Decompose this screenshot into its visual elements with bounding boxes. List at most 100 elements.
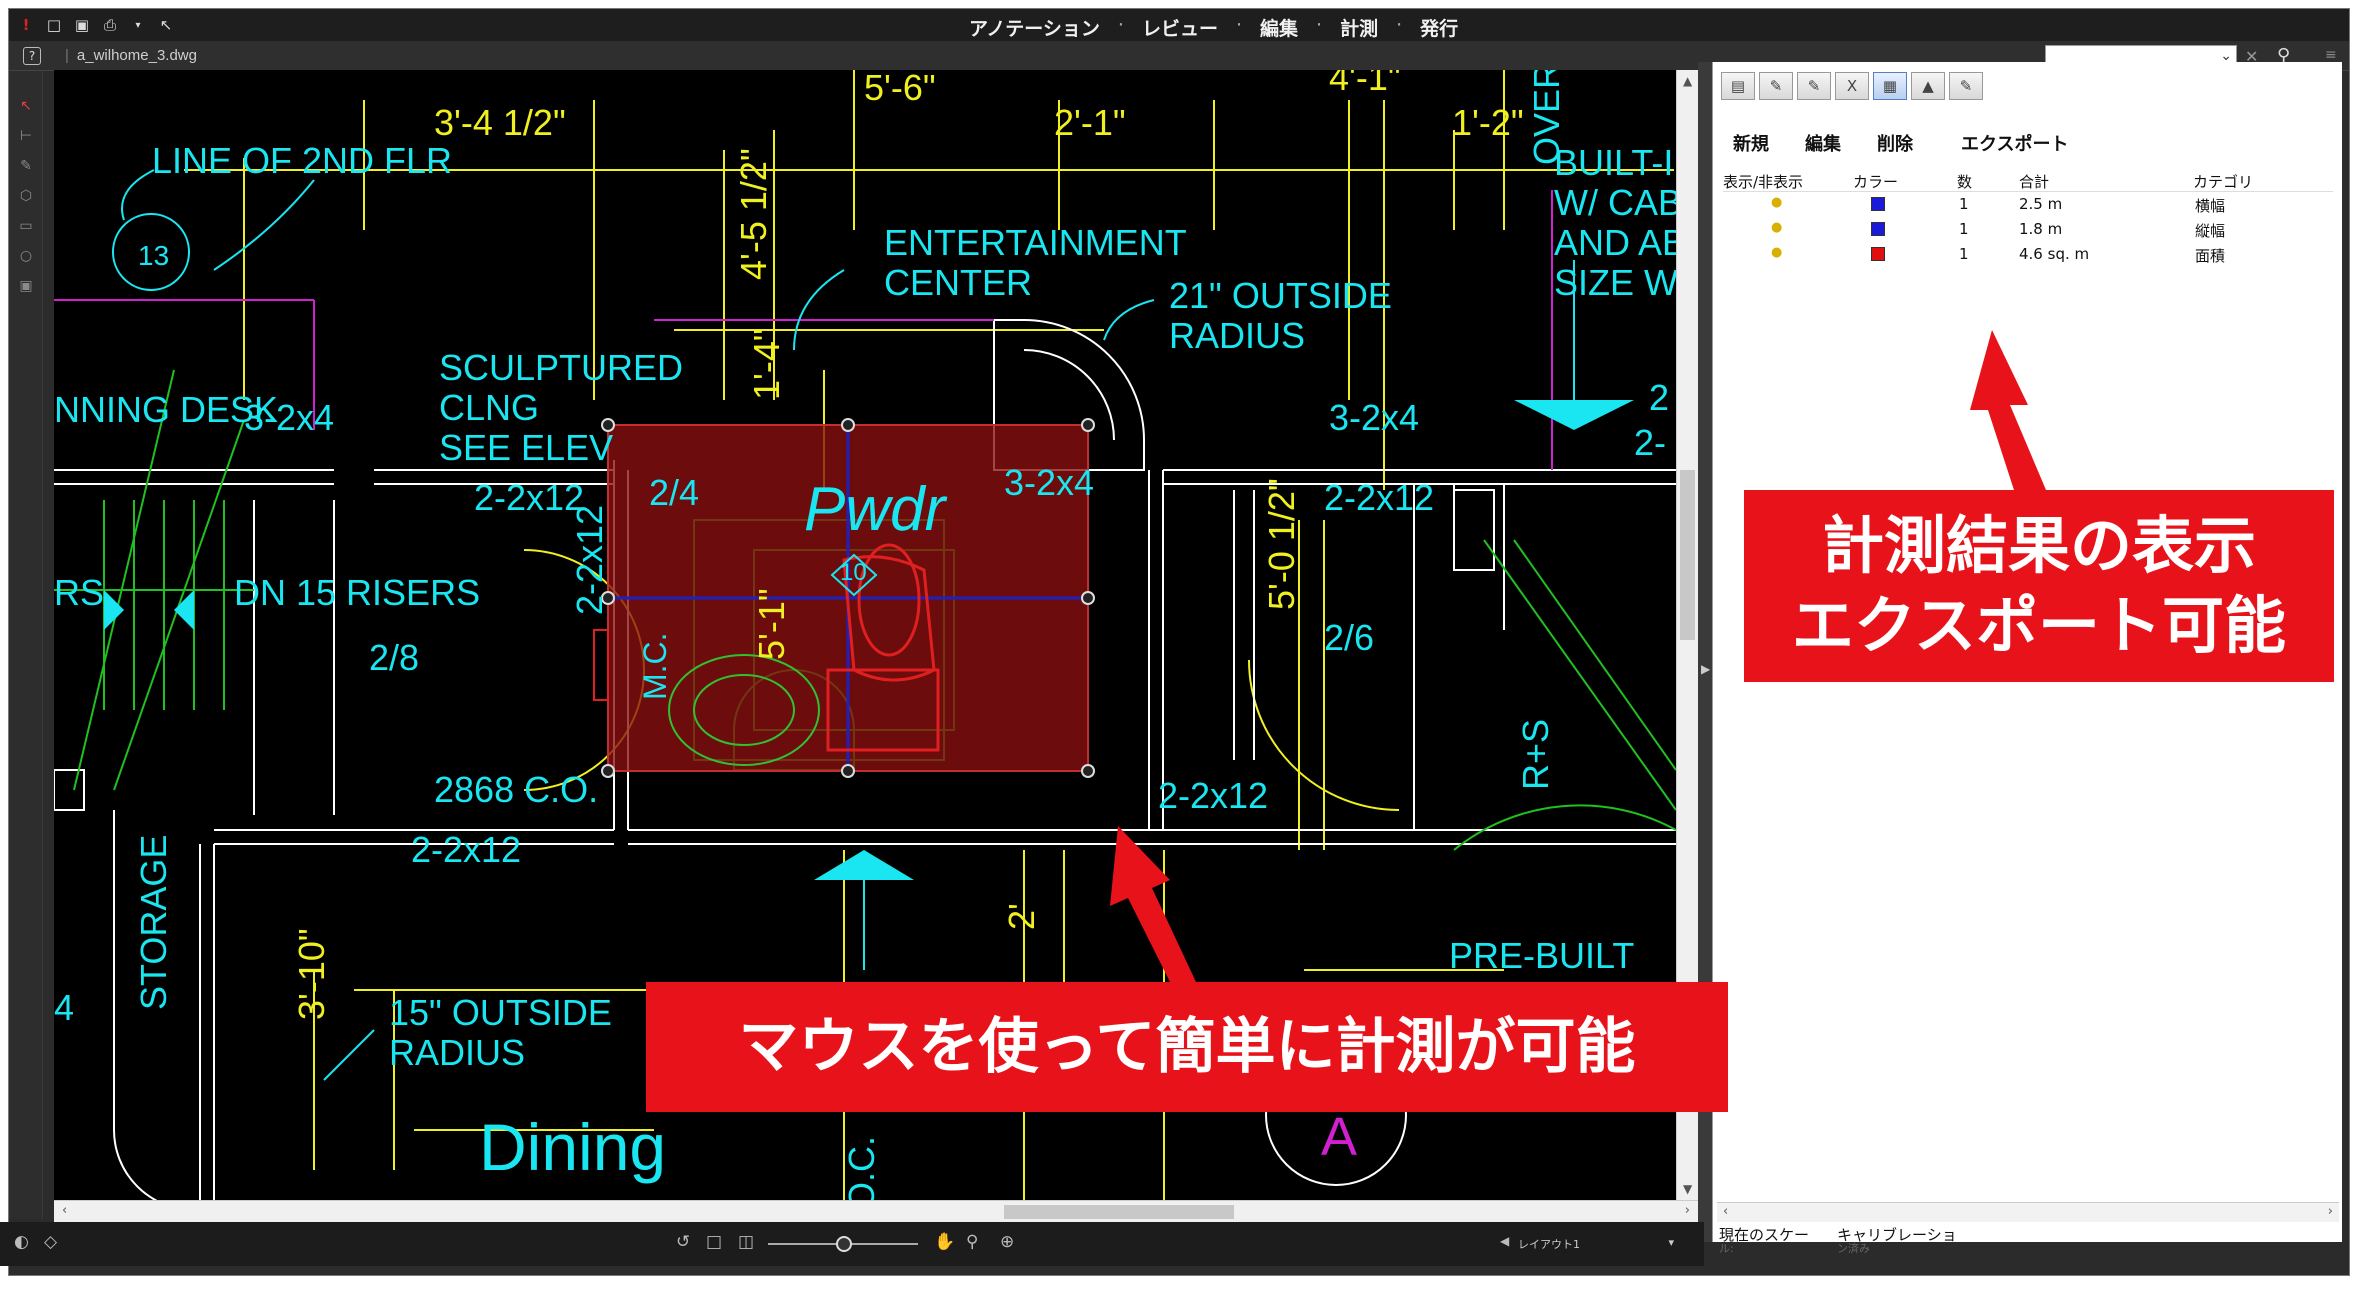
zoom-slider-knob[interactable] — [836, 1236, 852, 1252]
app-alert-icon[interactable]: ! — [17, 16, 35, 34]
page-icon[interactable]: □ — [706, 1232, 722, 1252]
chevron-down-icon[interactable]: ▾ — [1668, 1236, 1674, 1249]
column-color[interactable]: カラー — [1853, 171, 1898, 192]
lightbulb-icon[interactable]: ● — [1771, 245, 1782, 260]
label-lumber: 2-2x12 — [1158, 775, 1268, 816]
table-row[interactable]: ● 1 4.6 sq. m 面積 — [1723, 242, 2333, 267]
color-swatch[interactable] — [1871, 222, 1885, 236]
color-swatch[interactable] — [1871, 197, 1885, 211]
lightbulb-icon[interactable]: ● — [1771, 220, 1782, 235]
zoom-window-icon[interactable]: ⚲ — [966, 1232, 978, 1252]
properties-icon[interactable]: ▤ — [1721, 72, 1755, 100]
label-door: 2/8 — [369, 637, 419, 678]
label-door: 2/6 — [1324, 617, 1374, 658]
edit-button[interactable]: 編集 — [1805, 130, 1841, 156]
scroll-up-icon[interactable]: ▲ — [1683, 74, 1692, 88]
pen-icon[interactable]: ✎ — [17, 157, 35, 175]
row-category: 面積 — [2195, 247, 2226, 265]
pan-hand-icon[interactable]: ✋ — [934, 1232, 955, 1252]
dim-text: 2'-1" — [1054, 102, 1126, 143]
callout-export: 計測結果の表示 エクスポート可能 — [1744, 490, 2334, 682]
layers-icon[interactable]: ◇ — [44, 1232, 57, 1252]
scroll-thumb[interactable] — [1004, 1205, 1234, 1219]
column-count[interactable]: 数 — [1957, 171, 1972, 192]
row-total: 4.6 sq. m — [2019, 245, 2090, 263]
marker-label: 13 — [138, 240, 169, 271]
label-see-elev: SEE ELEV — [439, 427, 613, 468]
dim-text: 1'-4" — [746, 328, 787, 400]
column-total[interactable]: 合計 — [2019, 171, 2049, 192]
select-cursor-icon[interactable]: ↖ — [157, 16, 175, 34]
label-lumber: 2-2x12 — [474, 477, 584, 518]
dim-text: 1'-2" — [1452, 102, 1524, 143]
horizontal-scrollbar[interactable]: ‹ › — [54, 1200, 1698, 1222]
column-visibility[interactable]: 表示/非表示 — [1723, 171, 1803, 192]
dim-text: 4'-1" — [1329, 70, 1401, 98]
column-category[interactable]: カテゴリ — [2193, 171, 2253, 192]
scroll-left-icon[interactable]: ‹ — [62, 1203, 67, 1218]
new-document-icon[interactable]: □ — [45, 16, 63, 34]
row-count: 1 — [1959, 220, 1969, 238]
notes-icon[interactable]: ✎ — [1797, 72, 1831, 100]
fit-page-icon[interactable]: ◫ — [738, 1232, 754, 1252]
menu-annotation[interactable]: アノテーション — [969, 14, 1100, 41]
table-header: 表示/非表示 カラー 数 合計 カテゴリ — [1723, 168, 2333, 192]
panel-horizontal-scrollbar[interactable]: ‹ › — [1717, 1202, 2339, 1222]
label-radius: RADIUS — [1169, 315, 1305, 356]
chart-icon[interactable]: ▲ — [1911, 72, 1945, 100]
expand-arrow-icon[interactable]: ▶ — [1701, 662, 1710, 676]
label-built-in: BUILT-IN — [1554, 142, 1676, 183]
delete-button[interactable]: 削除 — [1877, 130, 1913, 156]
callout-line: 計測結果の表示 — [1821, 509, 2256, 582]
scroll-left-icon[interactable]: ‹ — [1723, 1204, 1728, 1219]
table-row[interactable]: ● 1 1.8 m 縦幅 — [1723, 217, 2333, 242]
circle-icon[interactable]: ○ — [17, 247, 35, 265]
rotate-icon[interactable]: ↺ — [676, 1232, 690, 1252]
menu-review[interactable]: レビュー — [1142, 14, 1218, 41]
menu-icon[interactable]: ≡ — [2325, 47, 2337, 63]
scroll-thumb[interactable] — [1680, 470, 1695, 640]
tag-icon[interactable]: ✎ — [1949, 72, 1983, 100]
export-button[interactable]: エクスポート — [1961, 130, 2068, 156]
menu-edit[interactable]: 編集 — [1260, 14, 1298, 41]
zoom-icon[interactable]: ⊕ — [1000, 1232, 1014, 1252]
print-icon[interactable]: ⎙ — [101, 16, 119, 34]
help-button[interactable]: ? — [23, 47, 41, 65]
rectangle-icon[interactable]: ▭ — [17, 217, 35, 235]
file-name: a_wilhome_3.dwg — [76, 47, 197, 64]
label-line-of-2nd-flr: LINE OF 2ND FLR — [152, 140, 452, 181]
excel-icon[interactable]: X — [1835, 72, 1869, 100]
dimension-icon[interactable]: ⊢ — [17, 127, 35, 145]
label-risers: RS — [54, 572, 104, 613]
new-button[interactable]: 新規 — [1733, 130, 1769, 156]
row-category: 横幅 — [2195, 197, 2226, 215]
tab-divider: | — [65, 47, 69, 64]
save-icon[interactable]: ▣ — [73, 16, 91, 34]
scroll-right-icon[interactable]: › — [2328, 1204, 2333, 1219]
layout-selector[interactable]: レイアウト1 ▾ — [1518, 1236, 1678, 1254]
dropdown-arrow-icon[interactable]: ▾ — [129, 16, 147, 34]
scroll-down-icon[interactable]: ▼ — [1683, 1182, 1692, 1196]
lightbulb-icon[interactable]: ● — [1771, 195, 1782, 210]
row-category: 縦幅 — [2195, 222, 2226, 240]
label-r-s: R+S — [1515, 719, 1556, 790]
document-tab[interactable]: | a_wilhome_3.dwg — [65, 47, 197, 64]
markup-list-icon[interactable]: ✎ — [1759, 72, 1793, 100]
layout-prev-icon[interactable]: ◀ — [1500, 1234, 1509, 1248]
scroll-right-icon[interactable]: › — [1685, 1203, 1690, 1218]
dim-text: 5'-0 1/2" — [1261, 478, 1302, 610]
marker-label: A — [1321, 1107, 1357, 1167]
table-row[interactable]: ● 1 2.5 m 横幅 — [1723, 192, 2333, 217]
menu-publish[interactable]: 発行 — [1420, 14, 1458, 41]
label-radius-15: RADIUS — [389, 1032, 525, 1073]
markup-pointer-icon[interactable]: ↖ — [17, 97, 35, 115]
marker-label: 10 — [840, 559, 867, 586]
measure-results-icon[interactable]: ▦ — [1873, 72, 1907, 100]
display-mode-icon[interactable]: ◐ — [14, 1232, 29, 1252]
label-oc: O.C. — [841, 1136, 882, 1200]
stamp-icon[interactable]: ▣ — [17, 277, 35, 295]
dim-text: 3'-4 1/2" — [434, 102, 566, 143]
color-swatch[interactable] — [1871, 247, 1885, 261]
polygon-icon[interactable]: ⬡ — [17, 187, 35, 205]
menu-measure[interactable]: 計測 — [1340, 14, 1378, 41]
